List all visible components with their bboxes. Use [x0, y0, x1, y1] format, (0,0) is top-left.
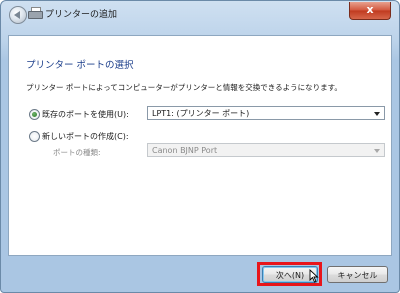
mouse-cursor-icon: [309, 269, 319, 283]
port-type-value: Canon BJNP Port: [152, 146, 218, 155]
page-heading: プリンター ポートの選択: [26, 60, 134, 71]
printer-icon: [28, 7, 43, 19]
dropdown-arrow-icon: [374, 149, 380, 153]
existing-port-value: LPT1: (プリンター ポート): [152, 109, 250, 118]
existing-port-label[interactable]: 既存のポートを使用(U):: [42, 109, 129, 120]
back-arrow-icon[interactable]: [9, 6, 27, 24]
dropdown-arrow-icon: [374, 112, 380, 116]
close-icon: x: [366, 3, 374, 16]
add-printer-window: プリンターの追加 x プリンター ポートの選択 プリンター ポートによってコンピ…: [0, 0, 400, 293]
close-button[interactable]: x: [349, 2, 391, 20]
cancel-button[interactable]: キャンセル: [327, 266, 388, 283]
wizard-content: プリンター ポートの選択 プリンター ポートによってコンピューターがプリンターと…: [8, 35, 392, 256]
page-description: プリンター ポートによってコンピューターがプリンターと情報を交換できるようになり…: [26, 83, 342, 92]
port-type-select: Canon BJNP Port: [147, 143, 385, 157]
new-port-label[interactable]: 新しいポートの作成(C):: [42, 131, 129, 142]
existing-port-radio[interactable]: [29, 109, 40, 120]
window-title: プリンターの追加: [45, 10, 118, 20]
existing-port-select[interactable]: LPT1: (プリンター ポート): [147, 106, 385, 120]
new-port-radio[interactable]: [29, 131, 40, 142]
port-type-label: ポートの種類:: [53, 148, 101, 157]
title-bar: プリンターの追加 x: [1, 1, 399, 35]
